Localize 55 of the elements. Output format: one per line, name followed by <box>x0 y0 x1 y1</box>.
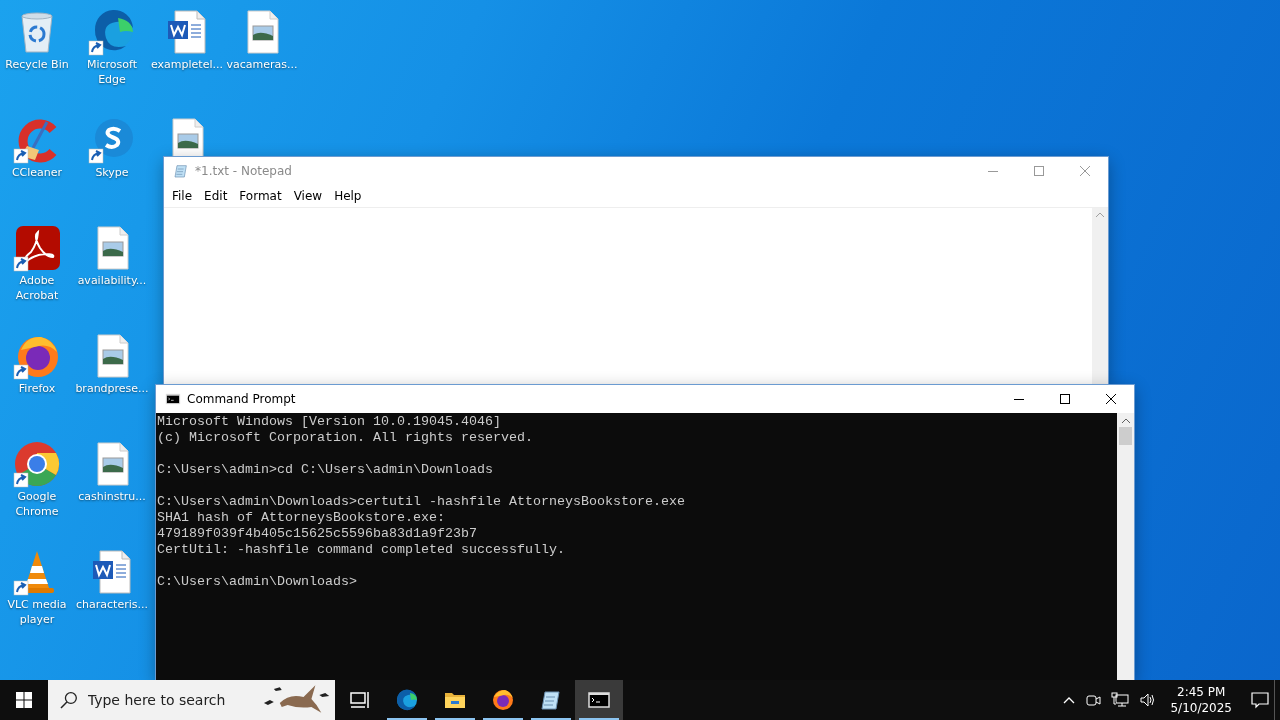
menu-item[interactable]: Help <box>328 189 368 203</box>
scrollbar[interactable] <box>1092 208 1108 385</box>
close-icon[interactable] <box>1106 394 1116 404</box>
icon-label[interactable]: vacameras... <box>226 57 298 72</box>
console-line: Microsoft Windows [Version 10.0.19045.4046] <box>157 414 502 430</box>
edge-icon[interactable] <box>88 8 136 56</box>
search-input[interactable]: Type here to search <box>85 691 260 709</box>
notepad-icon <box>173 163 189 179</box>
icon-label[interactable]: Skype <box>95 165 129 180</box>
icon-label[interactable]: VLC media player <box>0 597 74 627</box>
network-icon[interactable] <box>1111 692 1130 708</box>
icon-label[interactable]: brandprese... <box>75 381 149 396</box>
icon-label[interactable]: Adobe Acrobat <box>0 273 74 303</box>
notification-icon[interactable] <box>1251 691 1269 709</box>
edge-icon <box>395 688 419 712</box>
window-title: *1.txt - Notepad <box>195 164 293 178</box>
search-bar[interactable]: Type here to search <box>48 680 335 720</box>
icon-label[interactable]: CCleaner <box>11 165 63 180</box>
console-line: CertUtil: -hashfile command completed successfully. <box>157 542 566 558</box>
icon-label[interactable]: Recycle Bin <box>5 57 69 72</box>
scrollbar[interactable] <box>1117 413 1134 680</box>
terminal-icon <box>165 391 181 407</box>
scroll-thumb[interactable] <box>1119 427 1132 445</box>
console-line: C:\Users\admin\Downloads>certutil -hashfile AttorneysBookstore.exe <box>157 494 686 510</box>
icon-label[interactable]: characteris... <box>76 597 148 612</box>
windows-logo-icon <box>16 692 32 708</box>
menu-item[interactable]: View <box>287 189 329 203</box>
icon-label[interactable]: cashinstru... <box>78 489 146 504</box>
menu-item[interactable]: Format <box>233 189 288 203</box>
console-line: (c) Microsoft Corporation. All rights reserved. <box>157 430 534 446</box>
icon-label[interactable]: exampletel... <box>151 57 223 72</box>
clock-time[interactable]: 2:45 PM <box>1177 684 1226 700</box>
search-icon <box>60 691 78 709</box>
skype-icon[interactable] <box>88 116 136 164</box>
icon-label[interactable]: Firefox <box>18 381 56 396</box>
console-line: SHA1 hash of AttorneysBookstore.exe: <box>157 510 446 526</box>
firefox-icon <box>491 688 515 712</box>
console-line: C:\Users\admin\Downloads> <box>157 574 358 590</box>
maximize-icon[interactable] <box>1060 394 1070 404</box>
chevron-up-icon[interactable] <box>1063 696 1076 704</box>
chrome-icon[interactable] <box>13 440 61 488</box>
icon-label[interactable]: Google Chrome <box>0 489 74 519</box>
window-title: Command Prompt <box>187 392 297 406</box>
acrobat-icon[interactable] <box>13 224 61 272</box>
menu-item[interactable]: File <box>166 189 199 203</box>
menu-item[interactable]: Edit <box>198 189 234 203</box>
console-line: C:\Users\admin>cd C:\Users\admin\Downloads <box>157 462 494 478</box>
taskbar-button[interactable] <box>575 680 623 720</box>
scroll-up-icon[interactable] <box>1121 418 1130 423</box>
clock-date[interactable]: 5/10/2025 <box>1170 700 1232 716</box>
icon-label[interactable]: Microsoft Edge <box>75 57 149 87</box>
console-line: 479189f039f4b405c15625c5596ba83d1a9f23b7 <box>157 526 478 542</box>
camera-icon[interactable] <box>1085 692 1102 708</box>
notepad-icon <box>539 688 563 712</box>
icon-label[interactable]: availability... <box>77 273 147 288</box>
